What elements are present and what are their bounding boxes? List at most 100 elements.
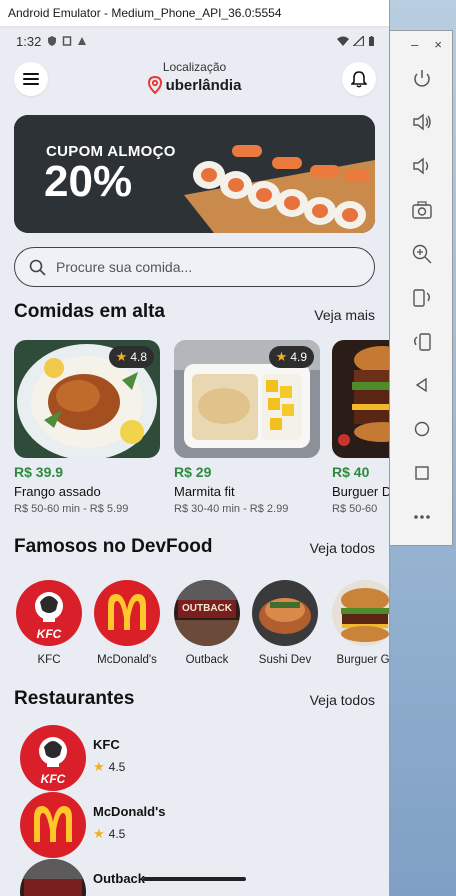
burger-grill-logo: [332, 580, 389, 646]
brand-item[interactable]: KFC KFC: [14, 580, 84, 666]
restaurants-see-all[interactable]: Veja todos: [310, 692, 375, 708]
kfc-logo: KFC: [16, 580, 82, 646]
banner-discount: 20%: [44, 157, 133, 206]
food-image: ★ 4.8: [14, 340, 160, 458]
emulator-window: Android Emulator - Medium_Phone_API_36.0…: [0, 0, 389, 896]
trending-see-more[interactable]: Veja mais: [314, 307, 375, 323]
emulator-title: Android Emulator - Medium_Phone_API_36.0…: [8, 6, 282, 20]
food-name: Frango assado: [14, 484, 101, 499]
star-icon: ★: [115, 349, 128, 364]
star-icon: ★: [275, 349, 288, 364]
food-name: Burguer D: [332, 484, 389, 499]
more-button[interactable]: [408, 503, 436, 531]
promo-banner[interactable]: CUPOM ALMOÇO 20%: [14, 115, 375, 233]
volume-down-icon: [413, 157, 429, 175]
home-button[interactable]: [408, 415, 436, 443]
brand-name: McDonald's: [97, 654, 157, 666]
brand-name: Outback: [185, 654, 229, 666]
more-icon: [414, 515, 430, 519]
volume-down-button[interactable]: [408, 152, 436, 180]
restaurant-name: McDonald's: [93, 804, 166, 819]
food-image: ★ 4.9: [174, 340, 320, 458]
emulator-toolbar: – ×: [389, 30, 453, 546]
screenshot-button[interactable]: [408, 196, 436, 224]
kfc-logo-text: KFC: [36, 627, 62, 641]
bell-icon: [351, 71, 367, 88]
home-icon: [414, 421, 430, 437]
rotate-left-icon: [413, 289, 430, 307]
gesture-home-bar[interactable]: [143, 877, 246, 881]
zoom-button[interactable]: [408, 240, 436, 268]
power-button[interactable]: [408, 65, 436, 93]
brand-item[interactable]: McDonald's: [92, 580, 162, 666]
notifications-button[interactable]: [342, 62, 376, 96]
food-card[interactable]: R$ 40 Burguer D R$ 50-60: [332, 340, 389, 515]
location-label: Localização: [162, 60, 227, 74]
food-meta: R$ 30-40 min - R$ 2.99: [174, 503, 289, 515]
camera-icon: [412, 201, 432, 219]
restaurant-name: Outback: [93, 871, 146, 886]
restaurant-row[interactable]: McDonald's ★ 4.5: [20, 792, 360, 858]
outback-logo: [20, 859, 86, 896]
status-bar: 1:32: [0, 28, 389, 54]
star-icon: ★: [93, 826, 105, 841]
kfc-logo: KFC: [20, 725, 86, 791]
app-header: Localização uberlândia: [0, 58, 389, 108]
emulator-titlebar[interactable]: Android Emulator - Medium_Phone_API_36.0…: [0, 0, 389, 27]
overview-button[interactable]: [408, 459, 436, 487]
food-price: R$ 40: [332, 464, 370, 480]
restaurant-name: KFC: [93, 737, 120, 752]
famous-list[interactable]: KFC KFC McDonald's OUTBACK Outback Sushi…: [14, 580, 389, 670]
volume-up-button[interactable]: [408, 108, 436, 136]
wifi-icon: [337, 36, 349, 46]
search-bar[interactable]: [14, 247, 375, 287]
mcdonalds-logo: [94, 580, 160, 646]
notification-icon: [63, 36, 72, 46]
location-selector[interactable]: uberlândia: [0, 76, 389, 94]
food-card[interactable]: ★ 4.9 R$ 29 Marmita fit R$ 30-40 min - R…: [174, 340, 320, 515]
phone-screen: 1:32 Localização uberlândia CUPOM ALMOÇO…: [0, 28, 389, 896]
app-icon: [78, 37, 87, 45]
brand-item[interactable]: OUTBACK Outback: [172, 580, 242, 666]
back-icon: [415, 377, 427, 393]
food-rating: 4.9: [290, 350, 307, 364]
close-button[interactable]: ×: [434, 37, 442, 52]
food-card[interactable]: ★ 4.8 R$ 39.9 Frango assado R$ 50-60 min…: [14, 340, 160, 515]
power-icon: [414, 70, 430, 87]
food-price: R$ 29: [174, 464, 212, 480]
search-icon: [29, 259, 46, 276]
rotate-left-button[interactable]: [408, 284, 436, 312]
restaurant-rating: ★ 4.5: [93, 759, 125, 775]
restaurant-row[interactable]: KFC KFC ★ 4.5: [20, 725, 360, 791]
outback-logo: OUTBACK: [174, 580, 240, 646]
battery-icon: [369, 36, 374, 46]
brand-item[interactable]: Burguer Gr: [330, 580, 389, 666]
outback-logo-text: OUTBACK: [182, 603, 232, 614]
burger-image: [332, 340, 389, 458]
star-icon: ★: [93, 759, 105, 774]
search-input[interactable]: [56, 259, 356, 275]
minimize-button[interactable]: –: [411, 37, 418, 52]
rating-chip: ★ 4.9: [268, 346, 314, 368]
brand-name: Sushi Dev: [258, 654, 312, 666]
back-button[interactable]: [408, 371, 436, 399]
famous-title: Famosos no DevFood: [14, 536, 213, 557]
location-city: uberlândia: [165, 76, 242, 94]
famous-see-all[interactable]: Veja todos: [310, 540, 375, 556]
brand-item[interactable]: Sushi Dev: [250, 580, 320, 666]
restaurants-title: Restaurantes: [14, 688, 135, 709]
food-rating: 4.8: [130, 350, 147, 364]
food-name: Marmita fit: [174, 484, 235, 499]
rotate-right-button[interactable]: [408, 328, 436, 356]
trending-title: Comidas em alta: [14, 301, 165, 322]
sushi-dev-logo: [252, 580, 318, 646]
trending-list[interactable]: ★ 4.8 R$ 39.9 Frango assado R$ 50-60 min…: [14, 340, 389, 520]
status-time: 1:32: [16, 33, 42, 49]
rotate-right-icon: [414, 333, 431, 351]
mcdonalds-logo: [20, 792, 86, 858]
food-meta: R$ 50-60: [332, 503, 378, 515]
food-image: [332, 340, 389, 458]
location-pin-icon: [147, 76, 162, 94]
brand-name: KFC: [37, 654, 61, 666]
rating-chip: ★ 4.8: [108, 346, 154, 368]
